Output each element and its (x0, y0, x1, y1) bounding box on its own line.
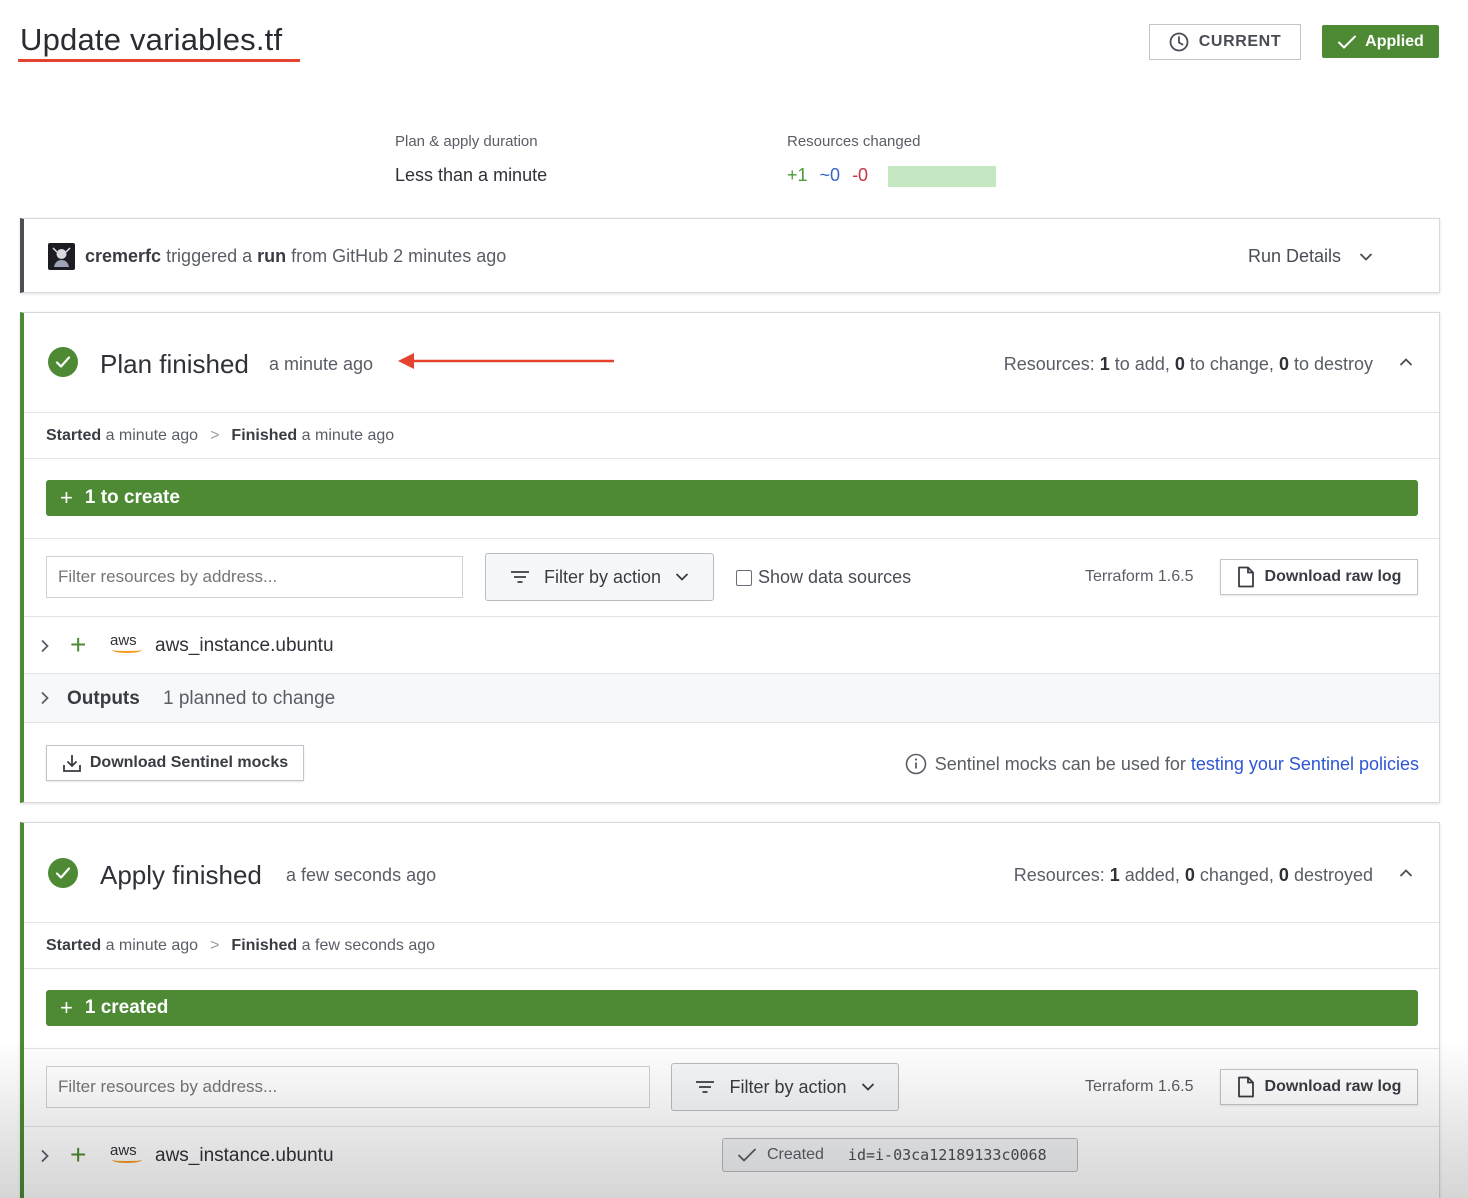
resource-name: aws_instance.ubuntu (155, 635, 334, 656)
show-data-sources-toggle[interactable]: Show data sources (736, 567, 911, 588)
aws-logo-icon: aws (110, 632, 137, 649)
show-data-sources-checkbox[interactable] (736, 569, 752, 586)
check-icon (55, 356, 71, 368)
apply-title: Apply finished (100, 860, 262, 890)
file-icon (1237, 566, 1254, 588)
info-icon (905, 753, 927, 775)
destroyed-count: -0 (852, 165, 869, 185)
check-icon (55, 867, 71, 879)
filter-resources-input[interactable] (46, 1066, 650, 1108)
trigger-description: cremerfc triggered a run from GitHub 2 m… (85, 246, 507, 266)
annotation-arrow-icon (398, 353, 614, 369)
chevron-right-icon[interactable] (40, 1149, 50, 1163)
plan-title: Plan finished (100, 349, 249, 379)
avatar (48, 243, 75, 270)
avatar-image-icon (52, 247, 71, 267)
page-title: Update variables.tf (20, 22, 283, 57)
download-icon (62, 755, 81, 772)
run-details-label: Run Details (1247, 246, 1341, 266)
chevron-up-icon[interactable] (1399, 868, 1413, 878)
resource-row[interactable]: + aws aws_instance.ubuntu (24, 617, 1439, 673)
download-raw-log-label: Download raw log (1264, 568, 1402, 585)
run-trigger-card: cremerfc triggered a run from GitHub 2 m… (20, 218, 1440, 293)
check-icon (1338, 35, 1357, 48)
show-data-sources-label: Show data sources (758, 567, 912, 587)
plan-create-label: 1 to create (84, 487, 180, 508)
duration-label: Plan & apply duration (395, 133, 538, 150)
download-sentinel-mocks-label: Download Sentinel mocks (89, 754, 289, 771)
filter-icon (696, 1081, 715, 1093)
trigger-user[interactable]: cremerfc (85, 246, 161, 266)
chevron-down-icon (675, 573, 689, 581)
apply-success-icon (48, 858, 78, 888)
created-status-badge: Created id=i-03ca12189133c0068 (722, 1138, 1078, 1172)
download-sentinel-mocks-button[interactable]: Download Sentinel mocks (46, 745, 304, 781)
applied-status-badge: Applied (1322, 25, 1439, 58)
check-icon (738, 1148, 756, 1162)
sentinel-note: Sentinel mocks can be used for testing y… (905, 753, 1419, 775)
outputs-row[interactable]: Outputs 1 planned to change (24, 673, 1439, 723)
resources-changed-label: Resources changed (787, 133, 921, 150)
filter-by-action-dropdown[interactable]: Filter by action (671, 1063, 899, 1111)
resource-name: aws_instance.ubuntu (155, 1145, 334, 1166)
chevron-right-icon[interactable] (40, 691, 50, 705)
plan-create-bar: + 1 to create (46, 480, 1418, 516)
current-button[interactable]: CURRENT (1149, 24, 1301, 60)
chevron-right-icon[interactable] (40, 639, 50, 653)
download-raw-log-button[interactable]: Download raw log (1220, 559, 1418, 595)
resources-changed-counts: +1 ~0 -0 (787, 165, 868, 186)
plus-icon: + (60, 485, 73, 510)
file-icon (1237, 1076, 1254, 1098)
changed-count: ~0 (819, 165, 841, 185)
apply-time: a few seconds ago (286, 865, 437, 885)
plan-time: a minute ago (269, 354, 374, 374)
resources-changed-bar (888, 166, 996, 187)
apply-resources-summary: Resources: 1 added, 0 changed, 0 destroy… (1013, 865, 1373, 885)
plus-icon: + (60, 995, 73, 1020)
clock-icon (1169, 32, 1189, 52)
chevron-down-icon (861, 1083, 874, 1091)
duration-value: Less than a minute (395, 165, 548, 185)
plan-success-icon (48, 347, 78, 377)
download-raw-log-label: Download raw log (1264, 1078, 1402, 1095)
applied-label: Applied (1365, 32, 1424, 50)
filter-by-action-label: Filter by action (543, 566, 662, 587)
outputs-label: Outputs (67, 688, 140, 709)
filter-by-action-label: Filter by action (729, 1076, 847, 1097)
plus-icon: + (70, 1139, 87, 1170)
download-raw-log-button[interactable]: Download raw log (1220, 1069, 1418, 1105)
filter-by-action-dropdown[interactable]: Filter by action (485, 553, 714, 601)
aws-smile-icon (112, 647, 142, 653)
apply-created-label: 1 created (84, 997, 169, 1018)
current-label: CURRENT (1198, 33, 1282, 50)
terraform-version: Terraform 1.6.5 (1085, 568, 1194, 585)
plan-resources-summary: Resources: 1 to add, 0 to change, 0 to d… (1003, 354, 1373, 374)
chevron-up-icon[interactable] (1399, 357, 1413, 367)
outputs-value: 1 planned to change (163, 688, 336, 709)
filter-icon (510, 571, 529, 583)
created-label: Created (767, 1146, 824, 1163)
plan-timeline: Started a minute ago > Finished a minute a… (46, 427, 395, 444)
trigger-run-link[interactable]: run (257, 246, 286, 266)
sentinel-policies-link[interactable]: testing your Sentinel policies (1191, 754, 1419, 774)
apply-timeline: Started a minute ago > Finished a few seco… (46, 937, 436, 954)
title-annotation-underline (18, 59, 300, 62)
aws-logo-icon: aws (110, 1142, 137, 1159)
filter-resources-input[interactable] (46, 556, 463, 598)
plus-icon: + (70, 629, 87, 660)
apply-phase-card: Apply finished a few seconds ago Resourc… (20, 822, 1440, 1198)
run-details-toggle[interactable]: Run Details (1248, 246, 1373, 267)
aws-smile-icon (112, 1157, 142, 1163)
apply-created-bar: + 1 created (46, 990, 1418, 1026)
terraform-version: Terraform 1.6.5 (1085, 1078, 1194, 1095)
plan-phase-card: Plan finished a minute ago Resources: 1 … (20, 312, 1440, 803)
chevron-down-icon (1359, 252, 1373, 261)
added-count: +1 (787, 165, 808, 185)
created-resource-id: id=i-03ca12189133c0068 (847, 1146, 1047, 1164)
